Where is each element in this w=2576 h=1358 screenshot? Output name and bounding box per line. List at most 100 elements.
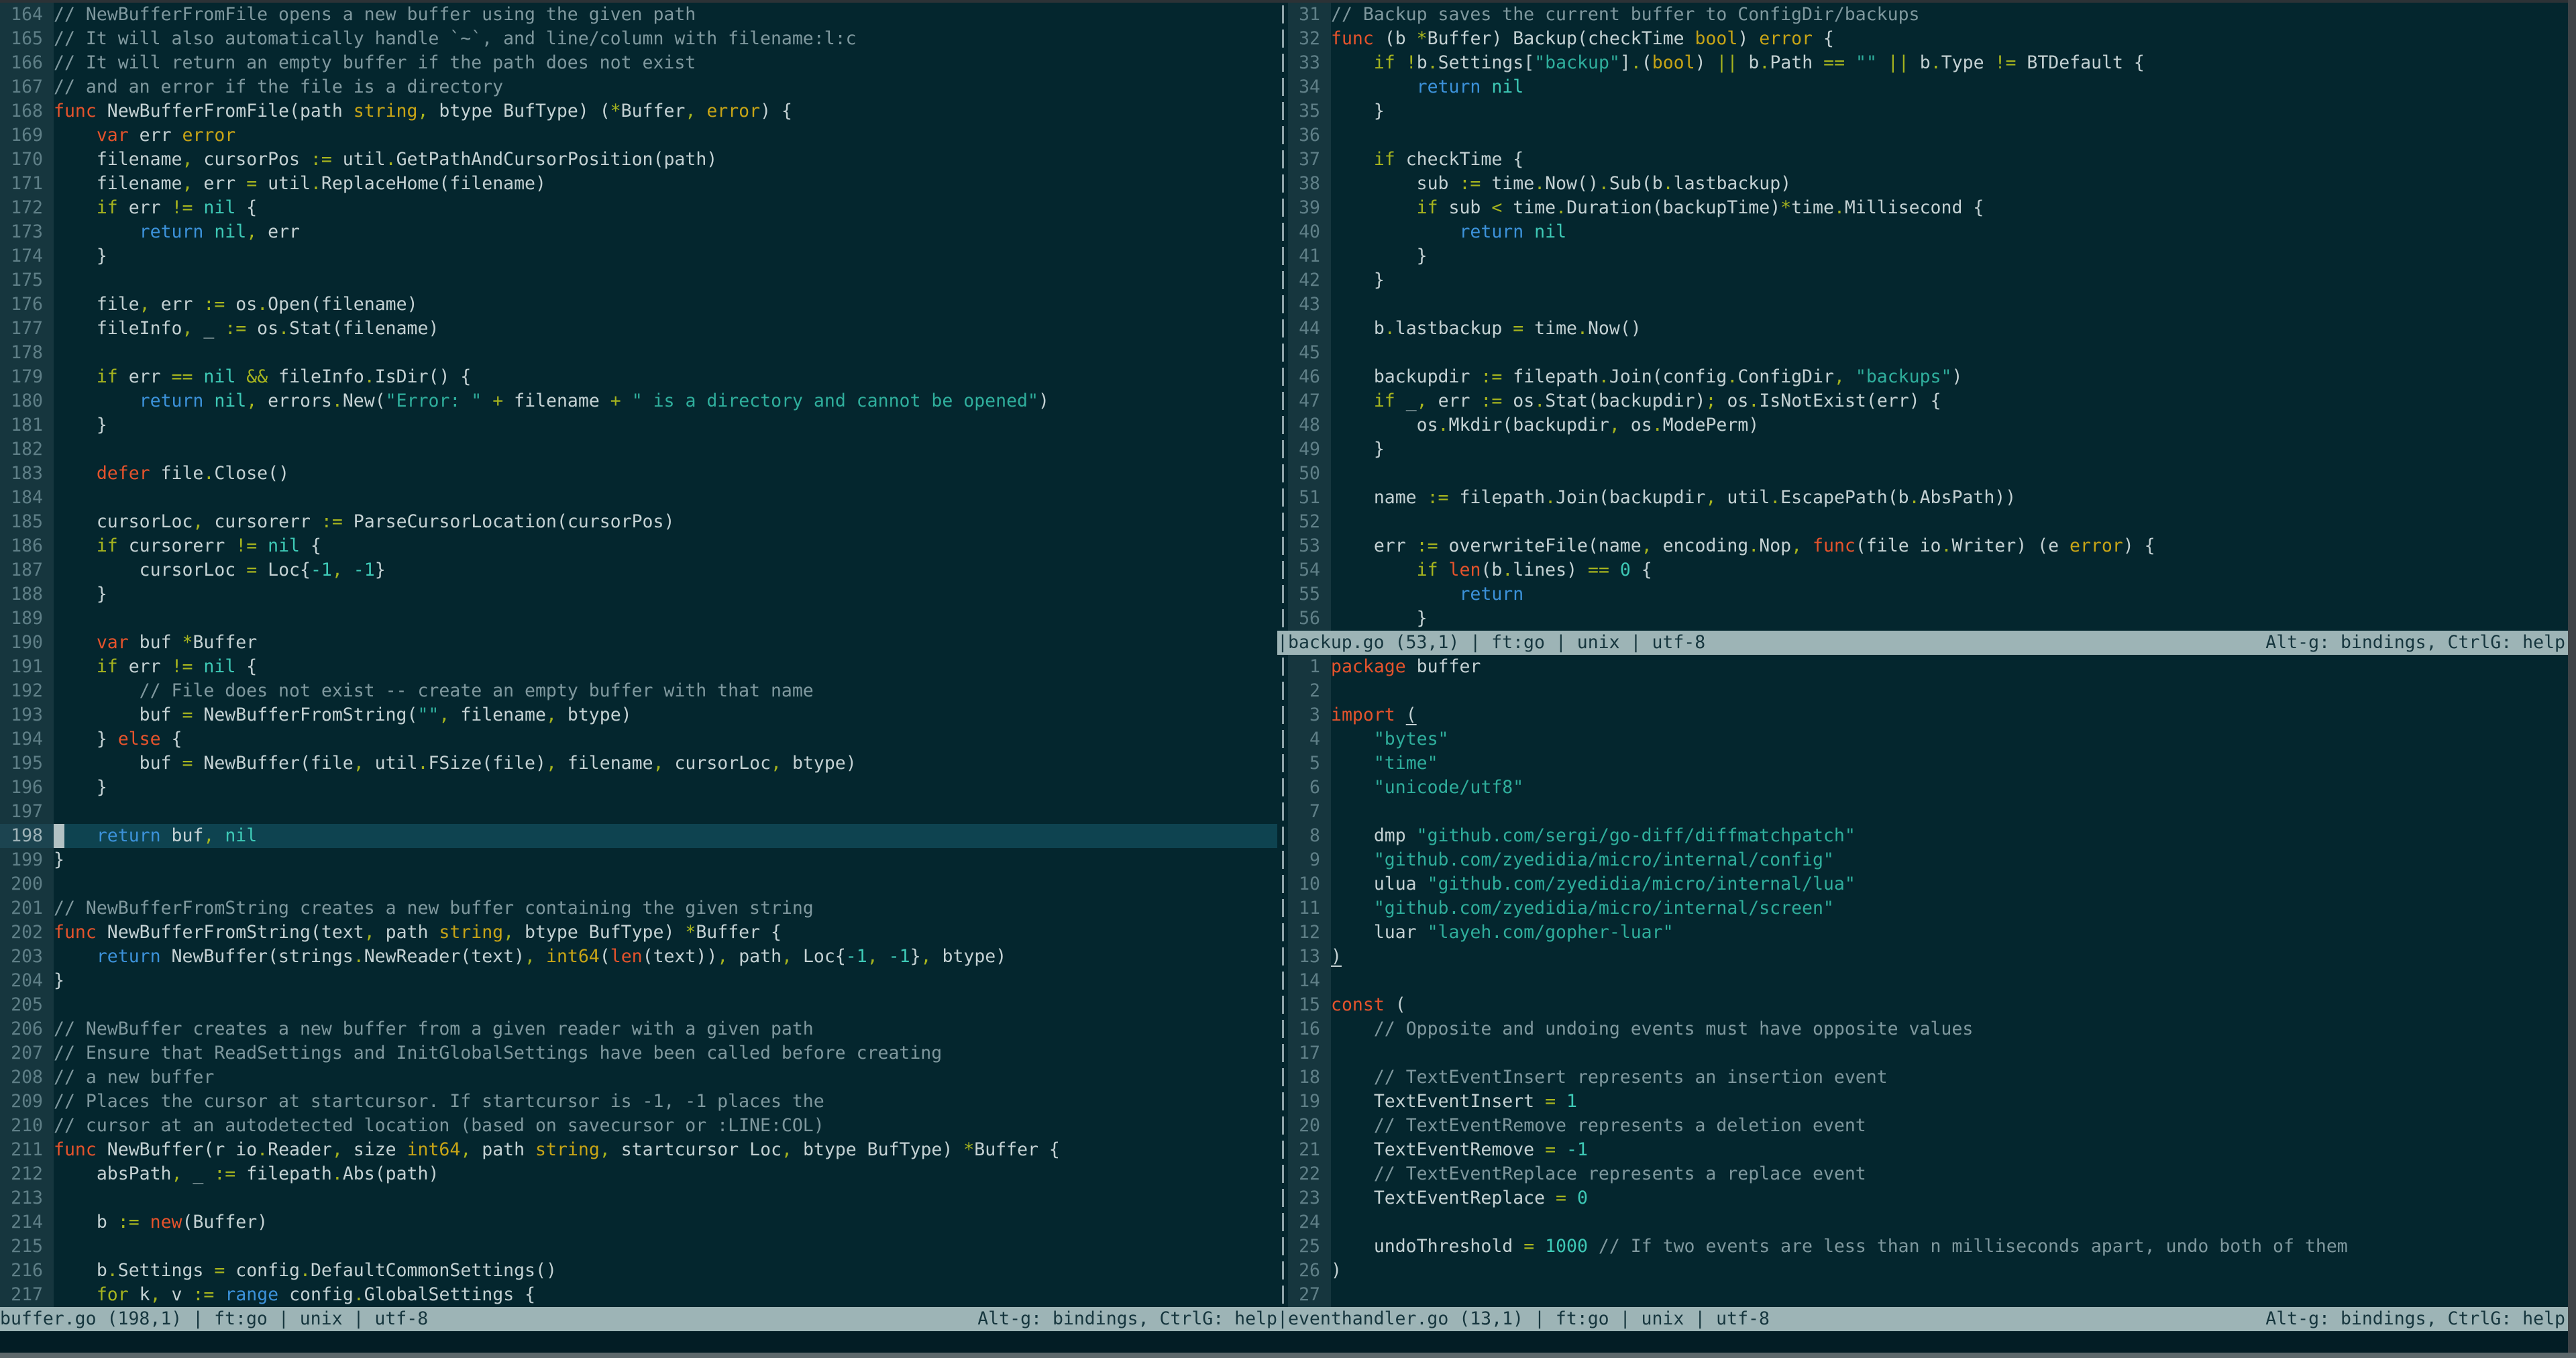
- code-line[interactable]: 3 import (: [1288, 703, 2576, 727]
- code-line[interactable]: 2: [1288, 679, 2576, 703]
- code-line[interactable]: 169 var err error: [0, 123, 1277, 148]
- code-line[interactable]: 179 if err == nil && fileInfo.IsDir() {: [0, 365, 1277, 389]
- code-line[interactable]: 22 // TextEventReplace represents a repl…: [1288, 1162, 2576, 1186]
- code-line[interactable]: 42 }: [1288, 268, 2576, 293]
- code-line[interactable]: 13): [1288, 945, 2576, 969]
- code-line[interactable]: 17: [1288, 1041, 2576, 1065]
- code-line[interactable]: 35 }: [1288, 99, 2576, 123]
- code-line[interactable]: 49 }: [1288, 437, 2576, 462]
- code-line[interactable]: 172 if err != nil {: [0, 196, 1277, 220]
- code-line[interactable]: 51 name := filepath.Join(backupdir, util…: [1288, 486, 2576, 510]
- code-line[interactable]: 197: [0, 800, 1277, 824]
- code-line[interactable]: 183 defer file.Close(): [0, 462, 1277, 486]
- code-line[interactable]: 37 if checkTime {: [1288, 148, 2576, 172]
- code-line[interactable]: 21 TextEventRemove = -1: [1288, 1138, 2576, 1162]
- code-line[interactable]: 56 }: [1288, 607, 2576, 631]
- code-line[interactable]: 23 TextEventReplace = 0: [1288, 1186, 2576, 1210]
- code-line[interactable]: 174 }: [0, 244, 1277, 268]
- code-line[interactable]: 200: [0, 872, 1277, 896]
- editor-pane-eventhandler-go[interactable]: 1 package buffer 2 3 import (4 "bytes" 5 "tim…: [1288, 655, 2576, 1307]
- code-line[interactable]: 27: [1288, 1283, 2576, 1307]
- code-line[interactable]: 46 backupdir := filepath.Join(config.Con…: [1288, 365, 2576, 389]
- code-line[interactable]: 48 os.Mkdir(backupdir, os.ModePerm): [1288, 413, 2576, 437]
- code-line[interactable]: 166// It will return an empty buffer if …: [0, 51, 1277, 75]
- editor-pane-buffer-go[interactable]: 164// NewBufferFromFile opens a new buff…: [0, 3, 1277, 1307]
- code-line[interactable]: 31// Backup saves the current buffer to …: [1288, 3, 2576, 27]
- eventhandler-go-code-lines[interactable]: 1 package buffer 2 3 import (4 "bytes" 5 "tim…: [1288, 655, 2576, 1307]
- code-line[interactable]: 214 b := new(Buffer): [0, 1210, 1277, 1235]
- code-line[interactable]: 203 return NewBuffer(strings.NewReader(t…: [0, 945, 1277, 969]
- code-line[interactable]: 178: [0, 341, 1277, 365]
- code-line[interactable]: 24: [1288, 1210, 2576, 1235]
- code-line[interactable]: 32 func (b *Buffer) Backup(checkTime bool…: [1288, 27, 2576, 51]
- code-line[interactable]: 44 b.lastbackup = time.Now(): [1288, 317, 2576, 341]
- code-line[interactable]: 52: [1288, 510, 2576, 534]
- code-line[interactable]: 11 "github.com/zyedidia/micro/internal/s…: [1288, 896, 2576, 921]
- code-line[interactable]: 208// a new buffer: [0, 1065, 1277, 1090]
- command-infobar[interactable]: [0, 1331, 2576, 1353]
- code-line[interactable]: 33 if !b.Settings["backup"].(bool) || b.…: [1288, 51, 2576, 75]
- code-line[interactable]: 167// and an error if the file is a dire…: [0, 75, 1277, 99]
- code-line[interactable]: 187 cursorLoc = Loc{-1, -1}: [0, 558, 1277, 582]
- code-line[interactable]: 191 if err != nil {: [0, 655, 1277, 679]
- code-line[interactable]: 164// NewBufferFromFile opens a new buff…: [0, 3, 1277, 27]
- code-line[interactable]: 20 // TextEventRemove represents a delet…: [1288, 1114, 2576, 1138]
- code-line[interactable]: 185 cursorLoc, cursorerr := ParseCursorL…: [0, 510, 1277, 534]
- vertical-split-divider[interactable]: [1277, 3, 1288, 1307]
- code-line[interactable]: 36: [1288, 123, 2576, 148]
- code-line[interactable]: 175: [0, 268, 1277, 293]
- code-line[interactable]: 8 dmp "github.com/sergi/go-diff/diffmatc…: [1288, 824, 2576, 848]
- code-line[interactable]: 38 sub := time.Now().Sub(b.lastbackup): [1288, 172, 2576, 196]
- code-line[interactable]: 196 }: [0, 776, 1277, 800]
- code-line[interactable]: 202 func NewBufferFromString(text, path s…: [0, 921, 1277, 945]
- code-line[interactable]: 45: [1288, 341, 2576, 365]
- code-line[interactable]: 4 "bytes": [1288, 727, 2576, 751]
- code-line[interactable]: 14: [1288, 969, 2576, 993]
- code-line[interactable]: 180 return nil, errors.New("Error: " + f…: [0, 389, 1277, 413]
- code-line[interactable]: 54 if len(b.lines) == 0 {: [1288, 558, 2576, 582]
- code-line[interactable]: 1 package buffer: [1288, 655, 2576, 679]
- code-line[interactable]: 7: [1288, 800, 2576, 824]
- code-line[interactable]: 176 file, err := os.Open(filename): [0, 293, 1277, 317]
- code-line[interactable]: 47 if _, err := os.Stat(backupdir); os.I…: [1288, 389, 2576, 413]
- code-line[interactable]: 165// It will also automatically handle …: [0, 27, 1277, 51]
- code-line[interactable]: 198 return buf, nil: [0, 824, 1277, 848]
- code-line[interactable]: 40 return nil: [1288, 220, 2576, 244]
- code-line[interactable]: 171 filename, err = util.ReplaceHome(fil…: [0, 172, 1277, 196]
- code-line[interactable]: 192 // File does not exist -- create an …: [0, 679, 1277, 703]
- code-line[interactable]: 188 }: [0, 582, 1277, 607]
- code-line[interactable]: 213: [0, 1186, 1277, 1210]
- backup-go-code-lines[interactable]: 31// Backup saves the current buffer to …: [1288, 3, 2576, 631]
- code-line[interactable]: 181 }: [0, 413, 1277, 437]
- code-line[interactable]: 34 return nil: [1288, 75, 2576, 99]
- code-line[interactable]: 210// cursor at an autodetected location…: [0, 1114, 1277, 1138]
- code-line[interactable]: 186 if cursorerr != nil {: [0, 534, 1277, 558]
- code-line[interactable]: 206// NewBuffer creates a new buffer fro…: [0, 1017, 1277, 1041]
- code-line[interactable]: 216 b.Settings = config.DefaultCommonSet…: [0, 1259, 1277, 1283]
- code-line[interactable]: 16 // Opposite and undoing events must h…: [1288, 1017, 2576, 1041]
- code-line[interactable]: 5 "time": [1288, 751, 2576, 776]
- buffer-go-code-lines[interactable]: 164// NewBufferFromFile opens a new buff…: [0, 3, 1277, 1307]
- code-line[interactable]: 15 const (: [1288, 993, 2576, 1017]
- code-line[interactable]: 6 "unicode/utf8": [1288, 776, 2576, 800]
- code-line[interactable]: 211 func NewBuffer(r io.Reader, size int6…: [0, 1138, 1277, 1162]
- code-line[interactable]: 209// Places the cursor at startcursor. …: [0, 1090, 1277, 1114]
- code-line[interactable]: 190 var buf *Buffer: [0, 631, 1277, 655]
- code-line[interactable]: 12 luar "layeh.com/gopher-luar": [1288, 921, 2576, 945]
- code-line[interactable]: 53 err := overwriteFile(name, encoding.N…: [1288, 534, 2576, 558]
- code-line[interactable]: 18 // TextEventInsert represents an inse…: [1288, 1065, 2576, 1090]
- code-line[interactable]: 19 TextEventInsert = 1: [1288, 1090, 2576, 1114]
- code-line[interactable]: 184: [0, 486, 1277, 510]
- code-line[interactable]: 39 if sub < time.Duration(backupTime)*ti…: [1288, 196, 2576, 220]
- code-line[interactable]: 199}: [0, 848, 1277, 872]
- code-line[interactable]: 173 return nil, err: [0, 220, 1277, 244]
- code-line[interactable]: 177 fileInfo, _ := os.Stat(filename): [0, 317, 1277, 341]
- code-line[interactable]: 204}: [0, 969, 1277, 993]
- code-line[interactable]: 170 filename, cursorPos := util.GetPathA…: [0, 148, 1277, 172]
- code-line[interactable]: 168 func NewBufferFromFile(path string, b…: [0, 99, 1277, 123]
- code-line[interactable]: 205: [0, 993, 1277, 1017]
- code-line[interactable]: 41 }: [1288, 244, 2576, 268]
- editor-pane-backup-go[interactable]: 31// Backup saves the current buffer to …: [1288, 3, 2576, 631]
- code-line[interactable]: 55 return: [1288, 582, 2576, 607]
- code-line[interactable]: 189: [0, 607, 1277, 631]
